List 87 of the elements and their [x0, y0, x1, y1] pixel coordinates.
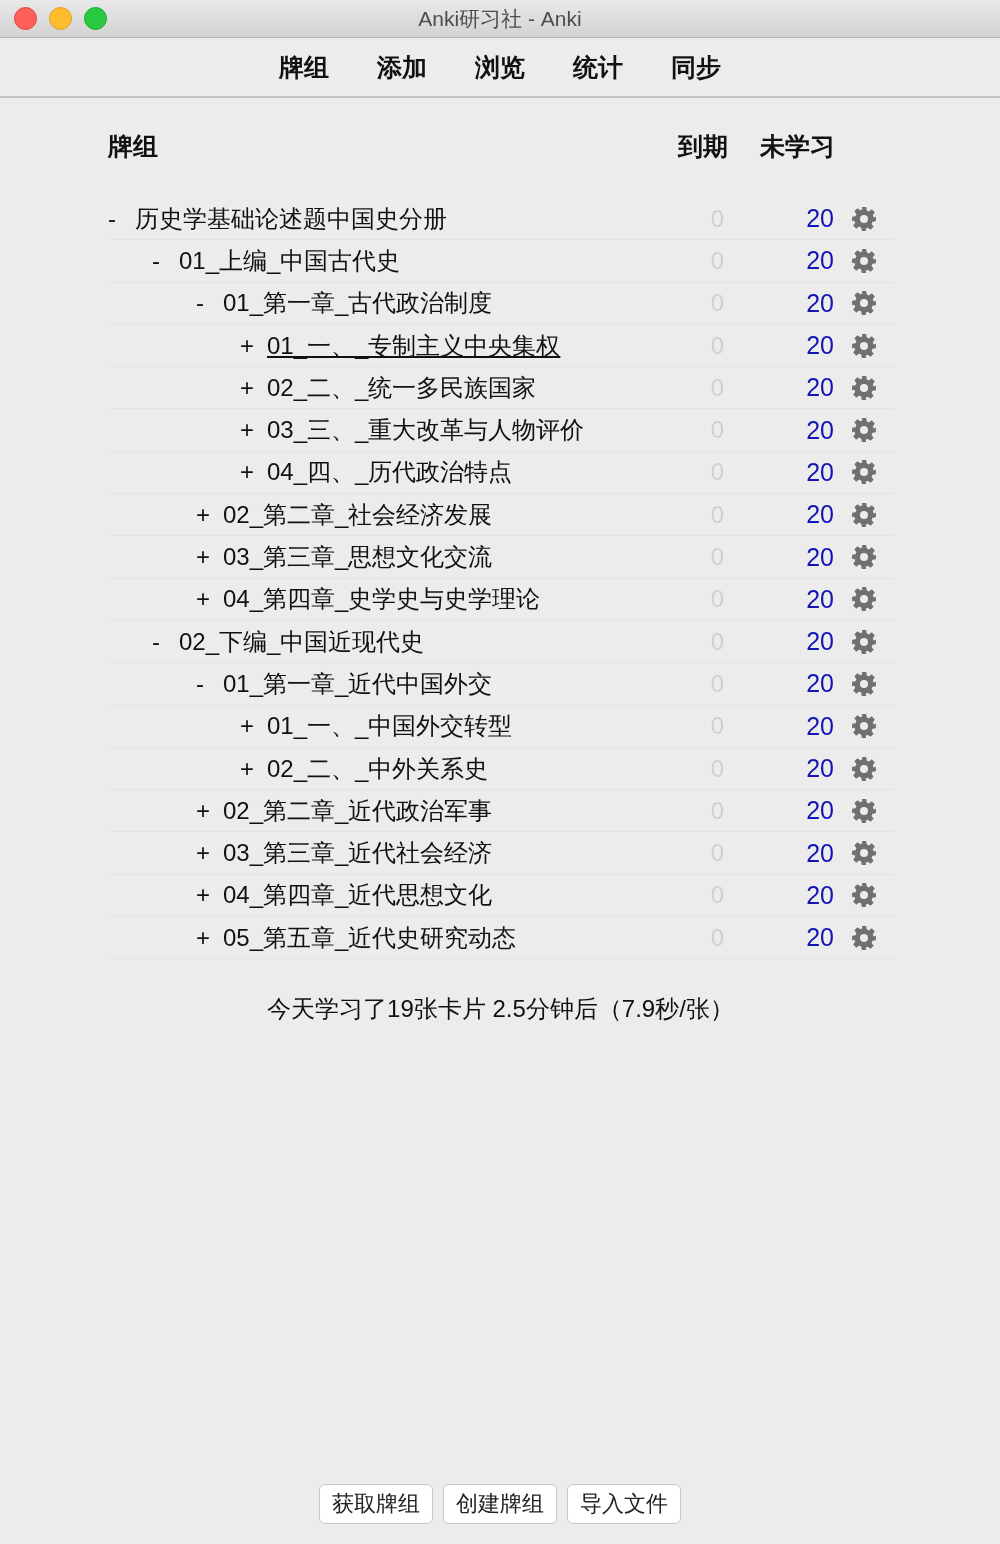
column-header: 到期: [678, 130, 728, 162]
toolbar-link[interactable]: 牌组: [279, 50, 329, 84]
settings-icon[interactable]: [851, 797, 877, 824]
window-title: Anki研习社 - Anki: [418, 5, 582, 32]
deck-link[interactable]: 历史学基础论述题中国史分册: [135, 202, 447, 235]
study-summary: 今天学习了19张卡片 2.5分钟后（7.9秒/张）: [266, 994, 735, 1025]
expand-toggle[interactable]: +: [196, 923, 223, 952]
settings-icon[interactable]: [851, 713, 877, 740]
settings-icon[interactable]: [851, 755, 877, 782]
expand-toggle[interactable]: +: [196, 585, 223, 614]
deck-link[interactable]: 03_三、_重大改革与人物评价: [267, 414, 585, 447]
settings-icon[interactable]: [851, 924, 877, 951]
toolbar-link[interactable]: 浏览: [475, 50, 525, 84]
expand-toggle[interactable]: +: [240, 712, 267, 741]
new-count: 20: [805, 500, 834, 530]
new-count: 20: [805, 880, 834, 910]
toolbar-link[interactable]: 统计: [573, 50, 623, 84]
action-button[interactable]: 创建牌组: [443, 1484, 557, 1524]
expand-toggle[interactable]: +: [240, 373, 267, 402]
new-count: 20: [805, 838, 834, 868]
new-count: 20: [805, 923, 834, 953]
expand-toggle[interactable]: +: [196, 543, 223, 571]
settings-icon[interactable]: [851, 670, 877, 697]
new-count: 20: [805, 796, 834, 826]
deck-link[interactable]: 02_二、_中外关系史: [267, 752, 489, 785]
expand-toggle[interactable]: -: [108, 204, 135, 233]
new-count: 20: [805, 627, 834, 657]
deck-link[interactable]: 01_上编_中国古代史: [179, 244, 401, 277]
expand-toggle[interactable]: +: [240, 331, 267, 360]
expand-toggle[interactable]: +: [240, 754, 267, 783]
deck-link[interactable]: 03_第三章_近代社会经济: [223, 837, 493, 870]
deck-link[interactable]: 02_第二章_社会经济发展: [223, 498, 493, 531]
new-count: 20: [805, 669, 834, 699]
new-count: 20: [805, 246, 834, 276]
action-button[interactable]: 导入文件: [567, 1484, 681, 1524]
deck-link[interactable]: 05_第五章_近代史研究动态: [223, 921, 517, 954]
settings-icon[interactable]: [851, 332, 877, 359]
settings-icon[interactable]: [851, 417, 877, 444]
settings-icon[interactable]: [851, 290, 877, 317]
new-count: 20: [805, 711, 834, 741]
new-count: 20: [805, 331, 834, 361]
settings-icon[interactable]: [851, 840, 877, 867]
expand-toggle[interactable]: -: [152, 627, 179, 656]
deck-link[interactable]: 03_第三章_思想文化交流: [223, 541, 493, 573]
new-count: 20: [805, 584, 834, 614]
deck-link[interactable]: 04_四、_历代政治特点: [267, 456, 513, 489]
settings-icon[interactable]: [851, 205, 877, 232]
settings-icon[interactable]: [851, 882, 877, 909]
deck-link[interactable]: 01_一、_专制主义中央集权: [267, 329, 561, 362]
deck-link[interactable]: 02_下编_中国近现代史: [179, 625, 425, 658]
settings-icon[interactable]: [851, 374, 877, 401]
expand-toggle[interactable]: -: [196, 669, 223, 698]
expand-toggle[interactable]: -: [152, 246, 179, 275]
settings-icon[interactable]: [851, 544, 877, 570]
column-header: 未学习: [760, 130, 835, 162]
action-button[interactable]: 获取牌组: [319, 1484, 433, 1524]
new-count: 20: [805, 204, 834, 234]
expand-toggle[interactable]: +: [196, 839, 223, 868]
settings-icon[interactable]: [851, 247, 877, 274]
settings-icon[interactable]: [851, 501, 877, 528]
expand-toggle[interactable]: +: [196, 796, 223, 825]
expand-toggle[interactable]: -: [196, 289, 223, 318]
zoom-button[interactable]: [84, 7, 107, 30]
expand-toggle[interactable]: +: [240, 458, 267, 487]
settings-icon[interactable]: [851, 628, 877, 655]
deck-link[interactable]: 04_第四章_近代思想文化: [223, 879, 493, 912]
new-count: 20: [805, 457, 834, 487]
expand-toggle[interactable]: +: [240, 416, 267, 445]
new-count: 20: [805, 415, 834, 445]
toolbar-link[interactable]: 同步: [671, 50, 721, 84]
settings-icon[interactable]: [851, 459, 877, 486]
deck-link[interactable]: 01_第一章_古代政治制度: [223, 287, 493, 320]
new-count: 20: [805, 754, 834, 783]
new-count: 20: [805, 288, 834, 318]
close-button[interactable]: [14, 7, 37, 30]
expand-toggle[interactable]: +: [196, 500, 223, 529]
deck-link[interactable]: 02_第二章_近代政治军事: [223, 794, 493, 827]
new-count: 20: [805, 542, 834, 572]
new-count: 20: [805, 373, 834, 403]
column-header: 牌组: [108, 130, 159, 162]
deck-link[interactable]: 01_一、_中国外交转型: [267, 710, 513, 743]
deck-link[interactable]: 04_第四章_史学史与史学理论: [223, 583, 541, 616]
expand-toggle[interactable]: +: [196, 881, 223, 910]
deck-link[interactable]: 01_第一章_近代中国外交: [223, 667, 493, 700]
toolbar-link[interactable]: 添加: [377, 50, 427, 84]
settings-icon[interactable]: [851, 586, 877, 613]
deck-link[interactable]: 02_二、_统一多民族国家: [267, 371, 537, 404]
